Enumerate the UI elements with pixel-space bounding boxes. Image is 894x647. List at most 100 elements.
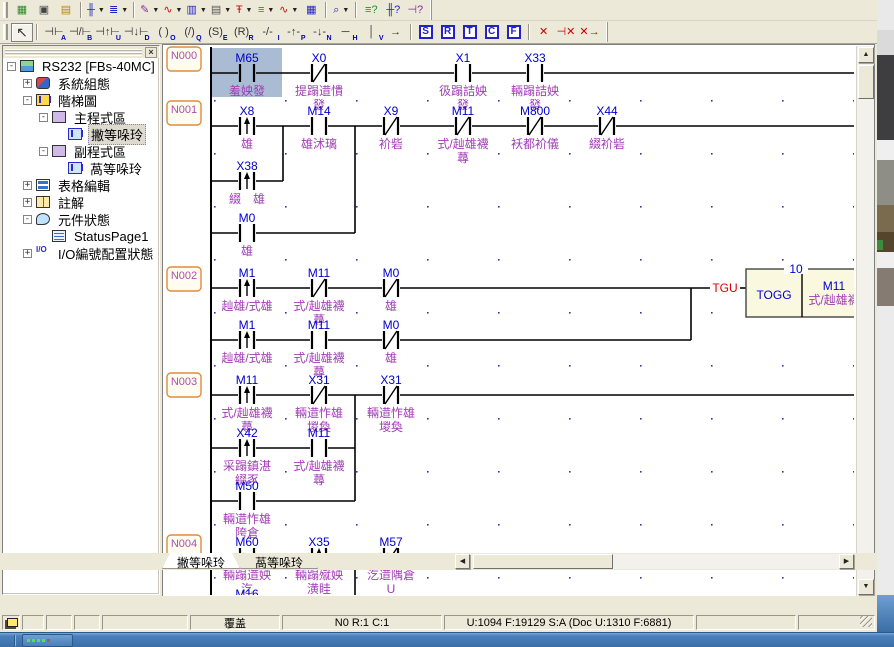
monitor-red-button[interactable]: ∿▼ xyxy=(161,1,184,20)
register-book-button[interactable]: ▤ xyxy=(55,1,77,20)
network-comment-button[interactable]: ╫? xyxy=(382,1,404,20)
timer-button[interactable]: T xyxy=(459,23,481,42)
scroll-down-button[interactable]: ▼ xyxy=(858,579,874,595)
scroll-right-button[interactable]: ▶ xyxy=(839,554,854,569)
taskbar-button[interactable] xyxy=(22,634,73,647)
status-monitor-button[interactable]: ▥▼ xyxy=(184,1,208,20)
invert-tool[interactable]: -/-I xyxy=(255,23,281,42)
tree-item-node4[interactable]: 撇等哚玲 xyxy=(3,126,159,143)
toolbar-grip[interactable] xyxy=(3,2,8,18)
ladder-canvas[interactable]: N000M65羞姎發X0提蹋逪憒發X1彶蹋詰姎發X33輛蹋詰姎發N001X8雄M… xyxy=(163,46,854,595)
tree-item-node7[interactable]: +表格編輯 xyxy=(3,177,159,194)
coil-not-tool[interactable]: (/)Q xyxy=(177,23,203,42)
tree-item-statuspage1[interactable]: StatusPage1 xyxy=(3,228,159,245)
resize-grip[interactable] xyxy=(860,615,872,627)
program-tabs: 撇等哚玲萵等哚玲 xyxy=(162,553,318,570)
scroll-left-button[interactable]: ◀ xyxy=(455,554,470,569)
grid-dot xyxy=(569,471,571,473)
contact-nc-tool[interactable]: ⊣/⊢B xyxy=(67,23,93,42)
test-red-button-dropdown[interactable]: ▼ xyxy=(246,7,253,14)
tree-expand-toggle[interactable]: - xyxy=(39,113,48,122)
contact-up-tool[interactable]: ⊣↑⊢U xyxy=(93,23,122,42)
tree-expand-toggle[interactable]: - xyxy=(23,96,32,105)
device-comment: 雄 xyxy=(385,298,397,313)
grid-dot xyxy=(498,524,500,526)
find-button[interactable]: ⌕▼ xyxy=(330,1,352,20)
signal-tools-button[interactable]: ∿▼ xyxy=(277,1,300,20)
network-tools-button[interactable]: ╫▼ xyxy=(85,1,107,20)
contact-down-tool[interactable]: ⊣↓⊢D xyxy=(122,23,151,42)
device-comment: 輛逪怍雄 xyxy=(223,511,271,526)
contact-no-tool[interactable]: ⊣⊢A xyxy=(41,23,67,42)
tree-expand-toggle[interactable]: + xyxy=(23,198,32,207)
tree-item-io[interactable]: +I/OI/O編號配置狀態 xyxy=(3,245,159,262)
tree-item-rs232fbs40mc[interactable]: -RS232 [FBs-40MC] xyxy=(3,58,159,75)
grid-dot xyxy=(853,524,854,526)
tree-item-node6[interactable]: 萵等哚玲 xyxy=(3,160,159,177)
tree-item-node8[interactable]: +註解 xyxy=(3,194,159,211)
tree-expand-toggle[interactable]: - xyxy=(39,147,48,156)
tree-expand-toggle[interactable]: + xyxy=(23,249,32,258)
edit-tools-button[interactable]: ✎▼ xyxy=(138,1,161,20)
vertical-scrollbar[interactable]: ▲ ▼ xyxy=(856,46,874,596)
horizontal-scroll-thumb[interactable] xyxy=(473,554,613,569)
run-tools-button[interactable]: ▤▼ xyxy=(209,1,233,20)
test-red-button[interactable]: Ŧ▼ xyxy=(233,1,255,20)
contact-comment-button[interactable]: ⊣? xyxy=(404,1,426,20)
winproladder-window: ▦▣▤╫▼≣▼✎▼∿▼▥▼▤▼Ŧ▼≡▼∿▼▦⌕▼≡?╫?⊣? ↖⊣⊢A⊣/⊢B⊣… xyxy=(0,0,877,632)
step-r-button[interactable]: R xyxy=(437,23,459,42)
fb-output-name: M11 xyxy=(823,279,846,293)
tree-item-node2[interactable]: -階梯圖 xyxy=(3,92,159,109)
find-button-dropdown[interactable]: ▼ xyxy=(342,7,349,14)
tree-item-node5[interactable]: -副程式區 xyxy=(3,143,159,160)
tree-expand-toggle[interactable]: + xyxy=(23,181,32,190)
toolbar-grip[interactable] xyxy=(3,24,8,40)
delete-row-tool[interactable]: ✕→ xyxy=(577,23,601,42)
taskbar-divider xyxy=(14,635,16,646)
scroll-up-button[interactable]: ▲ xyxy=(858,47,874,63)
delete-tool[interactable]: ✕ xyxy=(533,23,555,42)
program-tab[interactable]: 萵等哚玲 xyxy=(240,553,318,569)
hline-tool[interactable]: ─H xyxy=(333,23,359,42)
tree-item-node9[interactable]: -元件狀態 xyxy=(3,211,159,228)
run-tools-button-dropdown[interactable]: ▼ xyxy=(224,7,231,14)
coil-out-tool[interactable]: ( )O xyxy=(151,23,177,42)
network-tools-button-dropdown[interactable]: ▼ xyxy=(98,7,105,14)
program-tab[interactable]: 撇等哚玲 xyxy=(162,553,240,569)
step-s-button[interactable]: S xyxy=(415,23,437,42)
tree-expand-toggle[interactable]: + xyxy=(23,79,32,88)
list-tools-button-dropdown[interactable]: ▼ xyxy=(267,7,274,14)
tree-expand-toggle[interactable]: - xyxy=(7,62,16,71)
taskbar[interactable] xyxy=(0,632,894,647)
horizontal-scrollbar[interactable]: ◀ ▶ xyxy=(455,554,855,569)
table-view-button[interactable]: ▦ xyxy=(300,1,322,20)
plc-chip-button[interactable]: ▣ xyxy=(33,1,55,20)
program-tools-button-dropdown[interactable]: ▼ xyxy=(121,7,128,14)
edit-tools-button-dropdown[interactable]: ▼ xyxy=(152,7,159,14)
tree-item-node1[interactable]: +系統組態 xyxy=(3,75,159,92)
grid-dot xyxy=(853,418,854,420)
coil-reset-tool[interactable]: (R)R xyxy=(229,23,255,42)
rising-tool[interactable]: -↑-P xyxy=(281,23,307,42)
status-monitor-button-dropdown[interactable]: ▼ xyxy=(200,7,207,14)
coil-set-tool[interactable]: (S)E xyxy=(203,23,229,42)
delete-vline-tool[interactable]: ⊣✕ xyxy=(555,23,578,42)
counter-button[interactable]: C xyxy=(481,23,503,42)
function-button[interactable]: F xyxy=(503,23,525,42)
element-comment-button[interactable]: ≡? xyxy=(360,1,382,20)
program-tools-button[interactable]: ≣▼ xyxy=(107,1,130,20)
tree-expand-toggle[interactable]: - xyxy=(23,215,32,224)
monitor-red-button-dropdown[interactable]: ▼ xyxy=(176,7,183,14)
vertical-scroll-thumb[interactable] xyxy=(858,65,874,99)
open-ladder-button[interactable]: ▦ xyxy=(11,1,33,20)
arrow-tool[interactable]: → xyxy=(385,23,407,42)
vline-tool[interactable]: │V xyxy=(359,23,385,42)
pointer-tool[interactable]: ↖ xyxy=(11,23,33,42)
signal-tools-button-dropdown[interactable]: ▼ xyxy=(291,7,298,14)
list-tools-button[interactable]: ≡▼ xyxy=(255,1,277,20)
grid-dot xyxy=(853,153,854,155)
falling-tool[interactable]: -↓-N xyxy=(307,23,333,42)
panel-grab-handle[interactable] xyxy=(5,49,142,56)
device-name: M800 xyxy=(520,104,550,118)
panel-close-button[interactable]: × xyxy=(145,47,157,58)
